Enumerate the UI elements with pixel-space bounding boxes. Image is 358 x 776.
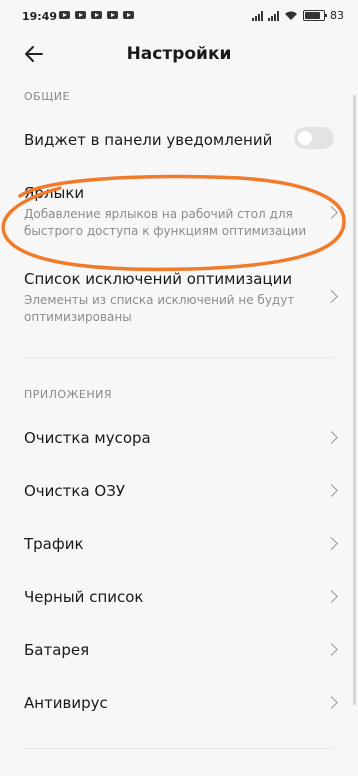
chevron-right-icon [325, 431, 338, 444]
status-time: 19:49 [22, 10, 58, 23]
exclusions-title: Список исключений оптимизации [24, 270, 293, 288]
shortcuts-subtitle: Добавление ярлыков на рабочий стол для б… [24, 207, 307, 238]
youtube-notification-icon [107, 11, 118, 19]
shortcuts-row[interactable]: Ярлыки Добавление ярлыков на рабочий сто… [0, 184, 358, 240]
signal-icon [252, 10, 263, 21]
app-item-antivirus[interactable]: Антивирус [0, 694, 358, 716]
youtube-notification-icon [75, 11, 86, 19]
widget-toggle[interactable] [294, 127, 334, 149]
chevron-right-icon [325, 537, 338, 550]
app-header: Настройки [0, 32, 358, 76]
app-item-label: Черный список [24, 588, 144, 606]
app-item-label: Трафик [24, 535, 84, 553]
app-item-ram-cleaner[interactable]: Очистка ОЗУ [0, 482, 358, 504]
toggle-knob [298, 131, 312, 145]
divider [24, 357, 334, 358]
chevron-right-icon [325, 696, 338, 709]
shortcuts-title: Ярлыки [24, 184, 85, 202]
chevron-right-icon [325, 290, 338, 303]
app-item-battery[interactable]: Батарея [0, 641, 358, 663]
app-item-junk-cleaner[interactable]: Очистка мусора [0, 429, 358, 451]
app-item-label: Антивирус [24, 694, 108, 712]
chevron-right-icon [325, 206, 338, 219]
widget-title: Виджет в панели уведомлений [24, 131, 273, 149]
status-right: 83 [252, 9, 344, 22]
chevron-right-icon [325, 643, 338, 656]
scrollbar[interactable] [353, 95, 356, 705]
section-label-general: ОБЩИЕ [24, 90, 70, 103]
youtube-notification-icon [91, 11, 102, 19]
youtube-notification-icon [59, 11, 70, 19]
chevron-right-icon [325, 590, 338, 603]
chevron-right-icon [325, 484, 338, 497]
section-label-apps: ПРИЛОЖЕНИЯ [24, 388, 113, 401]
wifi-icon [285, 11, 297, 20]
app-item-label: Батарея [24, 641, 90, 659]
exclusions-subtitle: Элементы из списка исключений не будут о… [24, 293, 295, 324]
widget-row[interactable]: Виджет в панели уведомлений [0, 127, 358, 153]
page-title: Настройки [126, 44, 232, 64]
youtube-notification-icon [123, 11, 134, 19]
battery-fill [305, 12, 320, 19]
exclusions-row[interactable]: Список исключений оптимизации Элементы и… [0, 270, 358, 326]
app-item-traffic[interactable]: Трафик [0, 535, 358, 557]
app-item-label: Очистка ОЗУ [24, 482, 125, 500]
app-item-label: Очистка мусора [24, 429, 151, 447]
app-item-blacklist[interactable]: Черный список [0, 588, 358, 610]
notification-icons [59, 11, 134, 19]
signal-icon [268, 10, 279, 21]
divider [24, 748, 334, 749]
battery-icon [303, 10, 327, 21]
status-bar: 19:49 83 [0, 0, 358, 32]
battery-percent: 83 [330, 9, 344, 22]
